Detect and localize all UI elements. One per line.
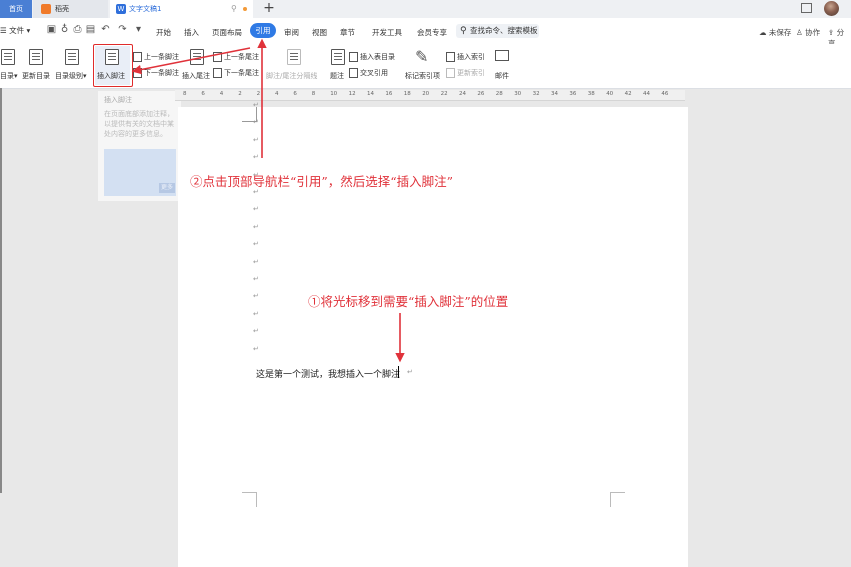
arrow-to-insert-footnote: [131, 47, 251, 75]
annotation-arrows: [131, 38, 405, 363]
